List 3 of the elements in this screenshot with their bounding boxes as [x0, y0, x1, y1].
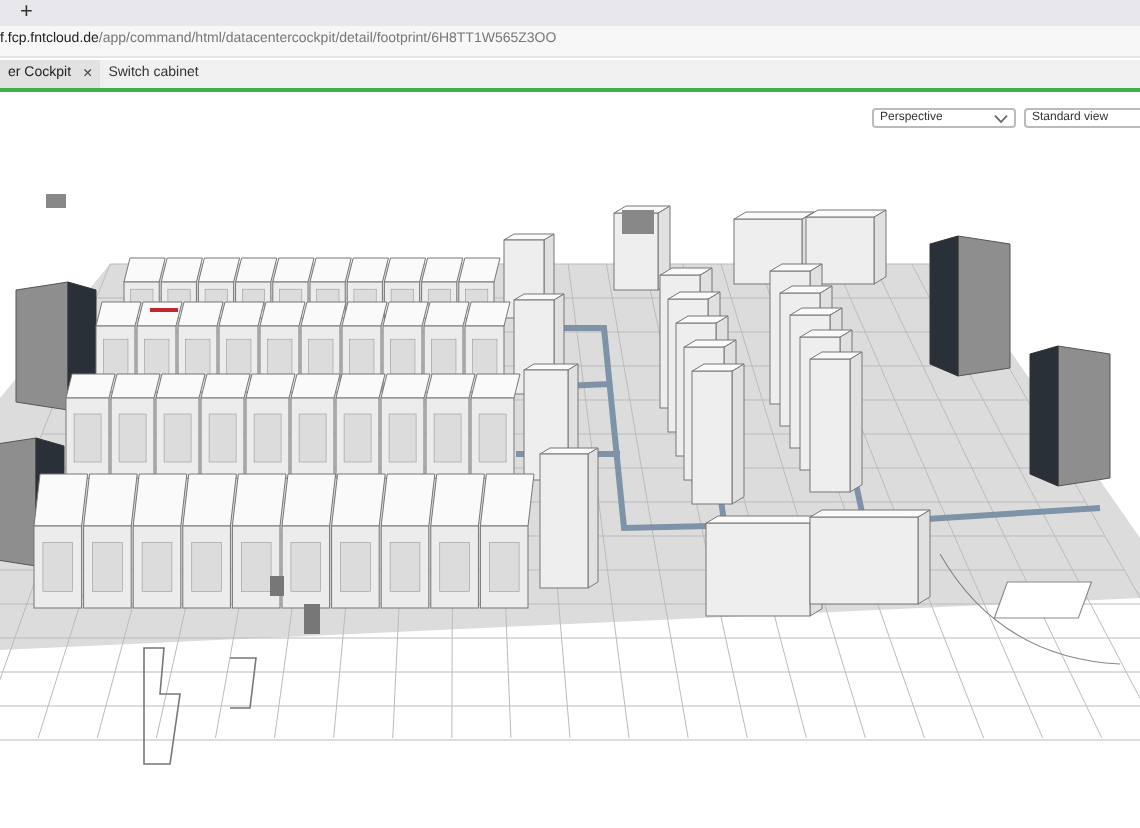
- tab-close-button[interactable]: ×: [83, 62, 93, 86]
- chevron-down-icon: [994, 113, 1008, 123]
- new-tab-button[interactable]: +: [12, 2, 41, 24]
